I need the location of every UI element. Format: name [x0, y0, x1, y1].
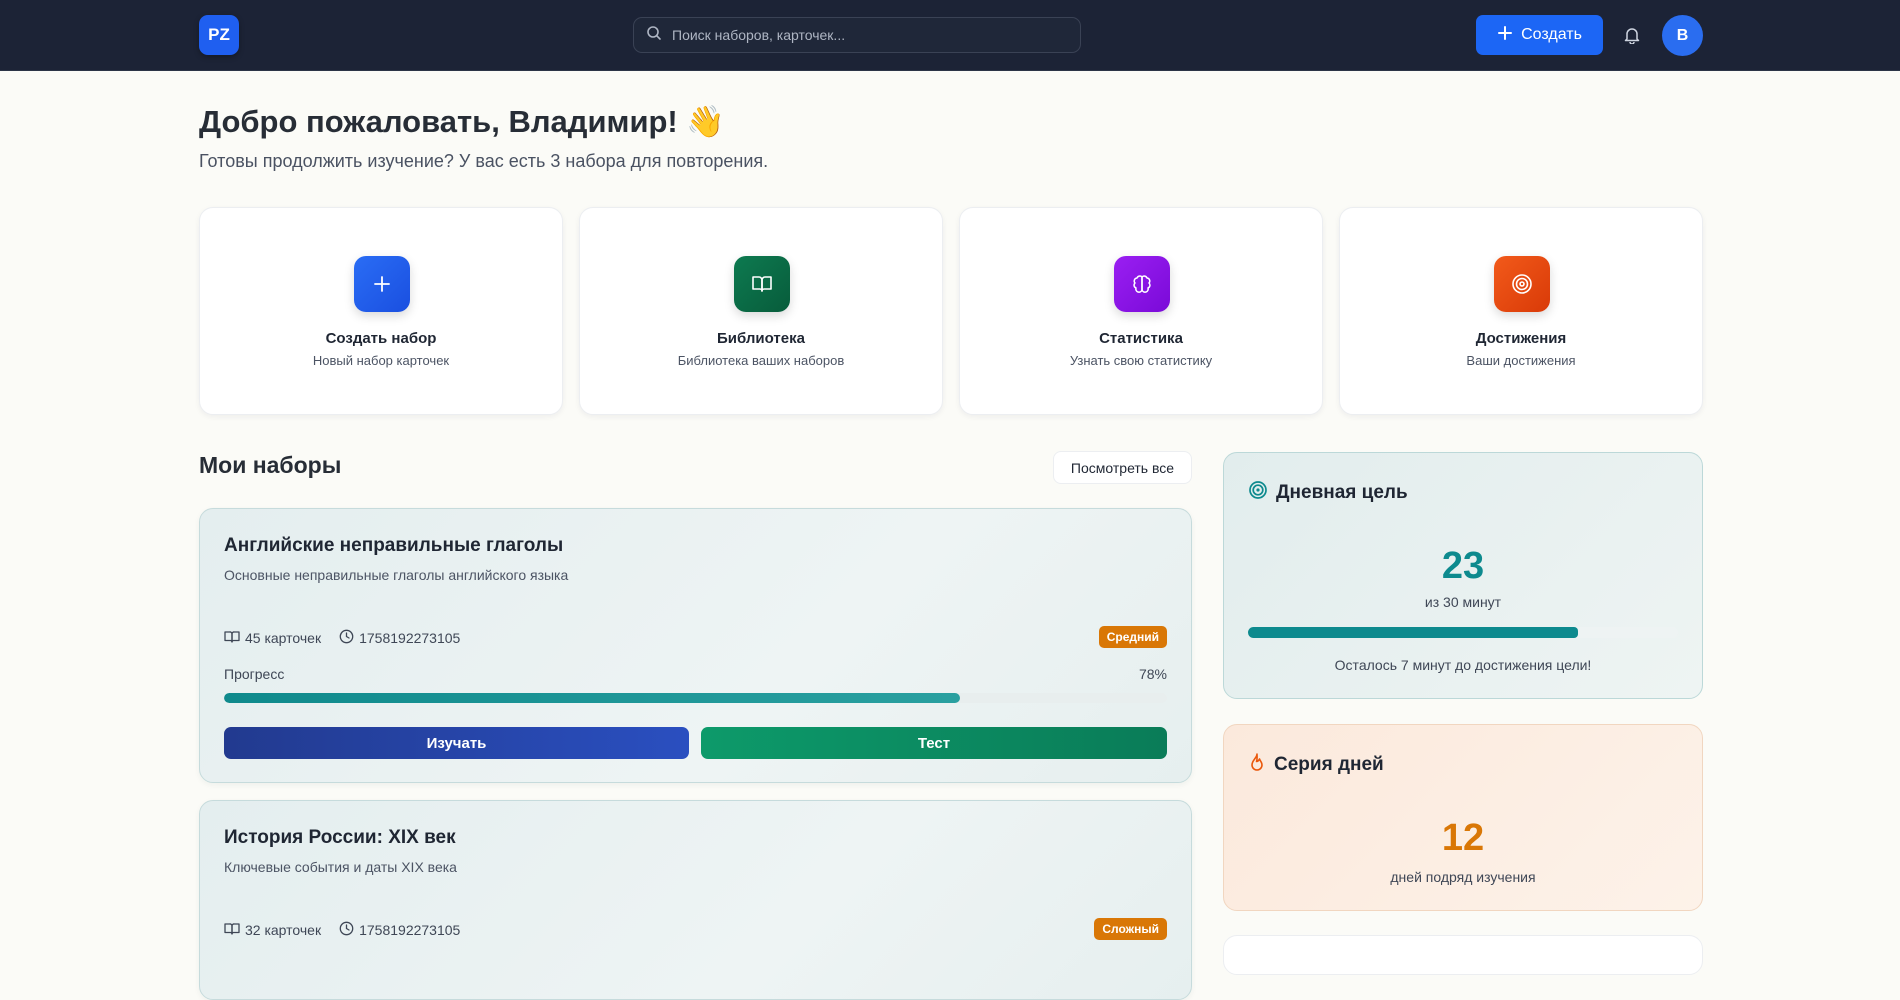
set-meta: 32 карточек 1758192273105	[224, 921, 478, 939]
goal-value: 23	[1441, 545, 1485, 587]
quick-card-library[interactable]: Библиотека Библиотека ваших наборов	[579, 207, 943, 415]
plus-icon	[1497, 25, 1513, 46]
progress-bar	[224, 693, 1167, 703]
flame-icon	[1248, 752, 1266, 778]
goal-sub: из 30 минут	[1424, 594, 1502, 610]
set-card[interactable]: История России: XIX век Ключевые события…	[199, 800, 1192, 1000]
card-count: 32 карточек	[224, 922, 321, 939]
difficulty-badge: Сложный	[1094, 918, 1167, 940]
clock-icon	[339, 921, 354, 939]
card-count-label: 32 карточек	[245, 922, 322, 938]
brain-icon	[1114, 256, 1170, 312]
test-button[interactable]: Тест	[701, 727, 1167, 759]
quick-card-achievements[interactable]: Достижения Ваши достижения	[1339, 207, 1703, 415]
goal-progress-bar	[1248, 627, 1678, 638]
create-button[interactable]: Создать	[1476, 15, 1603, 55]
set-meta: 45 карточек 1758192273105	[224, 629, 478, 647]
set-title: Английские неправильные глаголы	[224, 535, 564, 556]
timestamp-label: 1758192273105	[359, 630, 461, 646]
section-title-my-sets: Мои наборы	[199, 452, 342, 478]
progress-fill	[224, 693, 960, 703]
quick-card-subtitle: Библиотека ваших наборов	[677, 353, 845, 368]
book-icon	[224, 630, 240, 647]
progress-value: 78%	[1138, 666, 1167, 682]
difficulty-badge: Средний	[1098, 626, 1167, 648]
book-icon	[224, 922, 240, 939]
set-description: Основные неправильные глаголы английског…	[224, 567, 569, 583]
quick-card-title: Библиотека	[717, 330, 805, 347]
clock-icon	[339, 629, 354, 647]
quick-card-title: Достижения	[1475, 330, 1567, 347]
set-timestamp: 1758192273105	[339, 629, 460, 647]
target-icon	[1494, 256, 1550, 312]
search-icon	[646, 25, 662, 46]
search-input[interactable]	[672, 27, 1072, 43]
bell-icon[interactable]	[1622, 24, 1642, 46]
panel-header: Дневная цель	[1248, 480, 1408, 506]
panel-title: Дневная цель	[1276, 482, 1408, 503]
plus-icon	[354, 256, 410, 312]
quick-card-statistics[interactable]: Статистика Узнать свою статистику	[959, 207, 1323, 415]
search-box[interactable]	[633, 17, 1081, 53]
create-button-label: Создать	[1521, 26, 1582, 43]
study-button[interactable]: Изучать	[224, 727, 689, 759]
quick-card-create-set[interactable]: Создать набор Новый набор карточек	[199, 207, 563, 415]
page-title: Добро пожаловать, Владимир! 👋	[199, 104, 725, 139]
quick-card-subtitle: Ваши достижения	[1466, 353, 1576, 368]
progress-label: Прогресс	[224, 666, 285, 682]
app-logo[interactable]: PZ	[199, 15, 239, 55]
timestamp-label: 1758192273105	[359, 922, 461, 938]
panel-header: Серия дней	[1248, 752, 1384, 778]
goal-progress-fill	[1248, 627, 1578, 638]
avatar[interactable]: В	[1662, 15, 1703, 56]
top-bar: PZ Создать В	[0, 0, 1900, 71]
view-all-button[interactable]: Посмотреть все	[1053, 451, 1192, 484]
goal-note: Осталось 7 минут до достижения цели!	[1334, 657, 1592, 673]
card-count: 45 карточек	[224, 630, 321, 647]
quick-card-subtitle: Новый набор карточек	[312, 353, 450, 368]
target-icon	[1248, 480, 1268, 506]
quick-card-title: Создать набор	[325, 330, 437, 347]
set-description: Ключевые события и даты XIX века	[224, 859, 457, 875]
daily-goal-panel: Дневная цель 23 из 30 минут Осталось 7 м…	[1223, 452, 1703, 699]
set-title: История России: XIX век	[224, 827, 456, 848]
set-timestamp: 1758192273105	[339, 921, 460, 939]
streak-value: 12	[1441, 817, 1485, 859]
panel-title: Серия дней	[1274, 754, 1384, 775]
set-card[interactable]: Английские неправильные глаголы Основные…	[199, 508, 1192, 783]
streak-panel: Серия дней 12 дней подряд изучения	[1223, 724, 1703, 911]
card-count-label: 45 карточек	[245, 630, 322, 646]
extra-panel	[1223, 935, 1703, 975]
quick-card-subtitle: Узнать свою статистику	[1069, 353, 1213, 368]
book-icon	[734, 256, 790, 312]
streak-sub: дней подряд изучения	[1390, 869, 1536, 885]
quick-card-title: Статистика	[1099, 330, 1183, 347]
page-subtitle: Готовы продолжить изучение? У вас есть 3…	[199, 151, 769, 171]
